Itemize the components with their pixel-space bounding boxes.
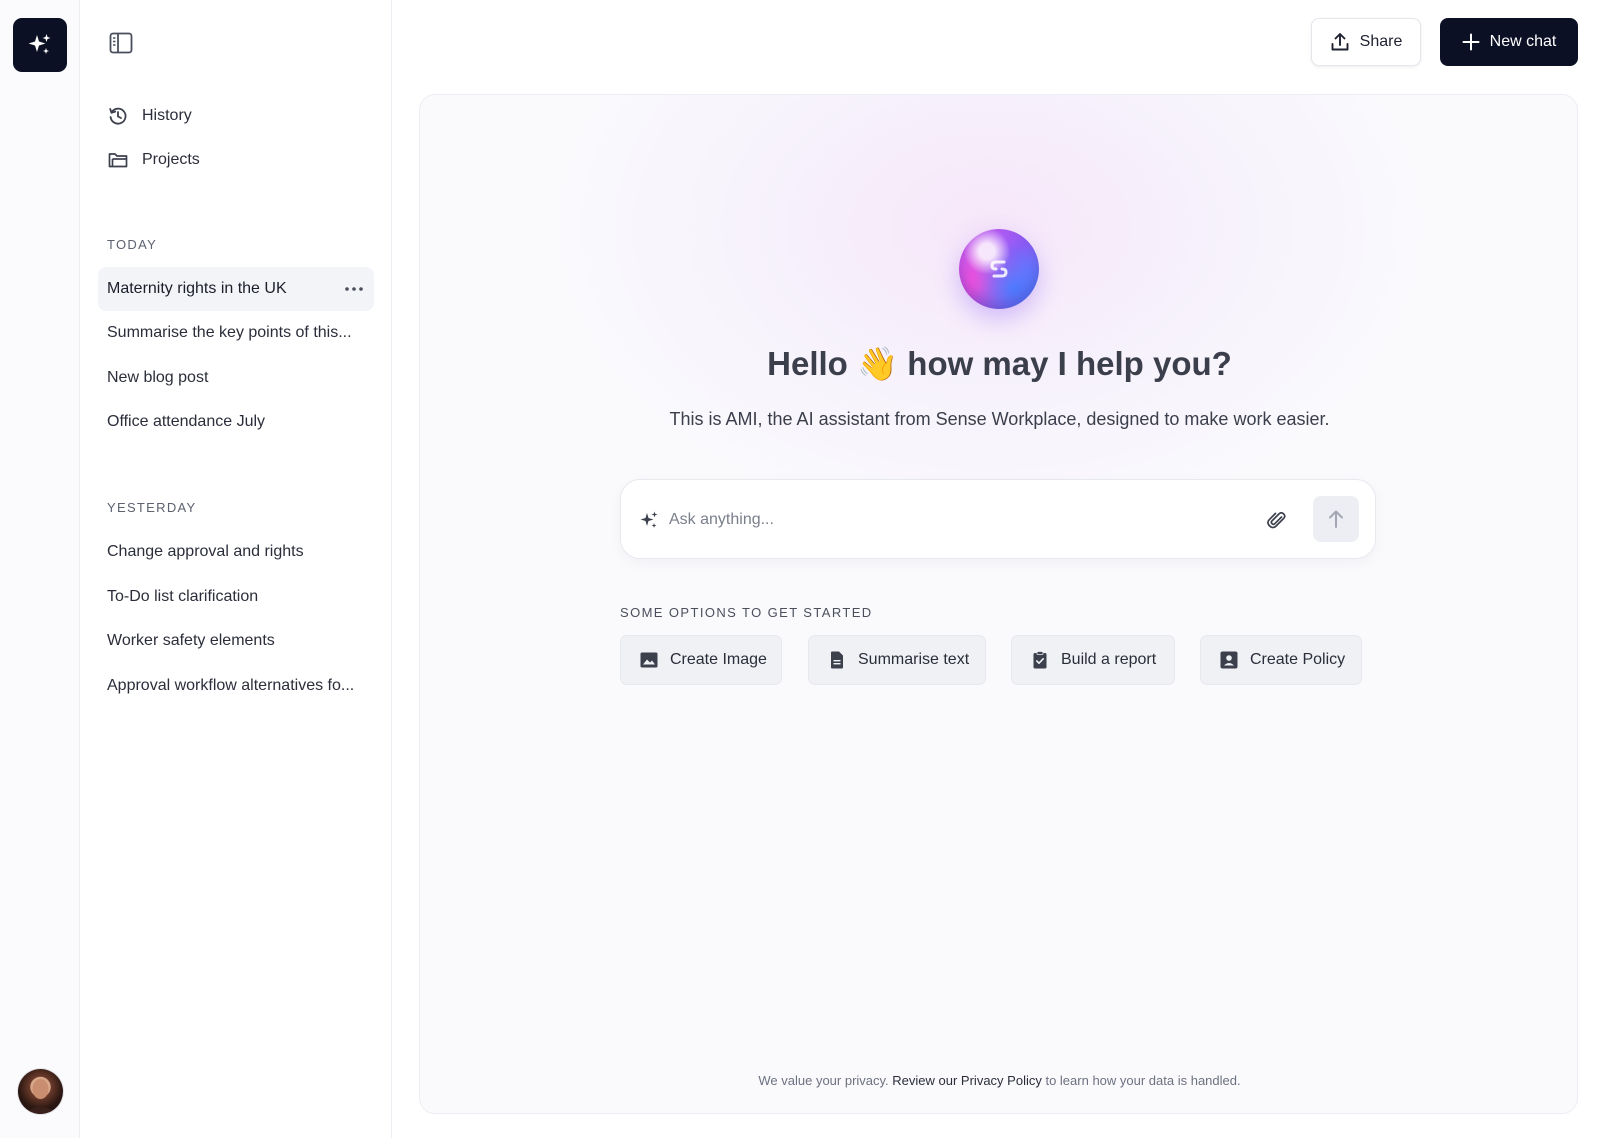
user-avatar[interactable] — [18, 1069, 63, 1114]
image-icon — [640, 651, 658, 669]
privacy-notice-text: We value your privacy. — [758, 1073, 889, 1088]
document-icon — [828, 651, 846, 669]
section-label-today: TODAY — [107, 237, 158, 252]
greeting-heading: Hello 👋 how may I help you? — [420, 345, 1577, 384]
background-glow — [540, 95, 1440, 535]
nav-projects[interactable]: Projects — [108, 146, 200, 174]
privacy-notice-suffix: to learn how your data is handled. — [1045, 1073, 1241, 1088]
create-policy-label: Create Policy — [1250, 651, 1346, 668]
user-avatar-image — [24, 1079, 57, 1114]
chat-item[interactable]: Summarise the key points of this... — [98, 311, 374, 355]
arrow-up-icon — [1329, 510, 1343, 528]
share-button-label: Share — [1359, 33, 1403, 50]
chat-item-label: Approval workflow alternatives fo... — [107, 677, 355, 694]
chat-item-label: Change approval and rights — [107, 543, 304, 560]
create-policy-button[interactable]: Create Policy — [1200, 635, 1362, 685]
chat-item-label: Maternity rights in the UK — [107, 280, 287, 297]
chat-item-label: Worker safety elements — [107, 632, 275, 649]
assistant-description: This is AMI, the AI assistant from Sense… — [669, 409, 1330, 429]
app-logo-button[interactable] — [13, 18, 67, 72]
nav-projects-label: Projects — [142, 151, 200, 168]
attach-button[interactable] — [1265, 508, 1289, 532]
share-upload-icon — [1331, 33, 1349, 51]
clipboard-icon — [1031, 651, 1049, 669]
ask-input[interactable] — [669, 504, 1229, 536]
sparkle-icon — [640, 511, 658, 528]
waving-hand-emoji: 👋 — [857, 345, 899, 382]
app-rail — [0, 0, 80, 1138]
nav-history[interactable]: History — [108, 102, 192, 130]
greeting-question: how may I help you? — [907, 345, 1232, 382]
section-label-yesterday: YESTERDAY — [107, 500, 197, 515]
sparkle-icon — [28, 34, 51, 54]
more-options-icon[interactable] — [344, 279, 364, 299]
create-image-label: Create Image — [670, 651, 767, 668]
chat-item[interactable]: Worker safety elements — [98, 619, 374, 663]
chat-item[interactable]: To-Do list clarification — [98, 575, 374, 619]
chat-item-label: New blog post — [107, 369, 209, 386]
chat-item-label: Summarise the key points of this... — [107, 324, 352, 341]
assistant-logo-icon — [990, 260, 1008, 278]
chat-item-label: To-Do list clarification — [107, 588, 259, 605]
ask-box — [620, 479, 1376, 559]
paperclip-icon — [1267, 511, 1286, 529]
new-chat-button-label: New chat — [1489, 33, 1557, 50]
summarise-text-label: Summarise text — [858, 651, 970, 668]
privacy-notice: We value your privacy. Review our Privac… — [420, 1073, 1577, 1088]
options-label: SOME OPTIONS TO GET STARTED — [620, 605, 873, 620]
chat-item[interactable]: Maternity rights in the UK — [98, 267, 374, 311]
sidebar: History Projects TODAY Maternity rights … — [80, 0, 392, 1138]
folder-icon — [108, 150, 128, 170]
chat-panel: Hello 👋 how may I help you? This is AMI,… — [419, 94, 1578, 1114]
send-button[interactable] — [1313, 496, 1359, 542]
plus-icon — [1462, 33, 1480, 51]
build-report-button[interactable]: Build a report — [1011, 635, 1175, 685]
new-chat-button[interactable]: New chat — [1440, 18, 1578, 66]
chat-item[interactable]: Change approval and rights — [98, 530, 374, 574]
history-icon — [108, 106, 128, 126]
chat-item[interactable]: Approval workflow alternatives fo... — [98, 664, 374, 708]
sidebar-panel-icon — [109, 32, 133, 54]
contact-book-icon — [1220, 651, 1238, 669]
build-report-label: Build a report — [1061, 651, 1157, 668]
chat-item[interactable]: New blog post — [98, 356, 374, 400]
chat-item-label: Office attendance July — [107, 413, 266, 430]
summarise-text-button[interactable]: Summarise text — [808, 635, 986, 685]
assistant-orb-logo — [959, 229, 1039, 309]
create-image-button[interactable]: Create Image — [620, 635, 782, 685]
sidebar-toggle-button[interactable] — [108, 30, 134, 56]
privacy-policy-link[interactable]: Review our Privacy Policy — [892, 1073, 1042, 1088]
chat-item[interactable]: Office attendance July — [98, 400, 374, 444]
greeting-hello: Hello — [767, 345, 848, 382]
share-button[interactable]: Share — [1311, 18, 1421, 66]
nav-history-label: History — [142, 107, 192, 124]
